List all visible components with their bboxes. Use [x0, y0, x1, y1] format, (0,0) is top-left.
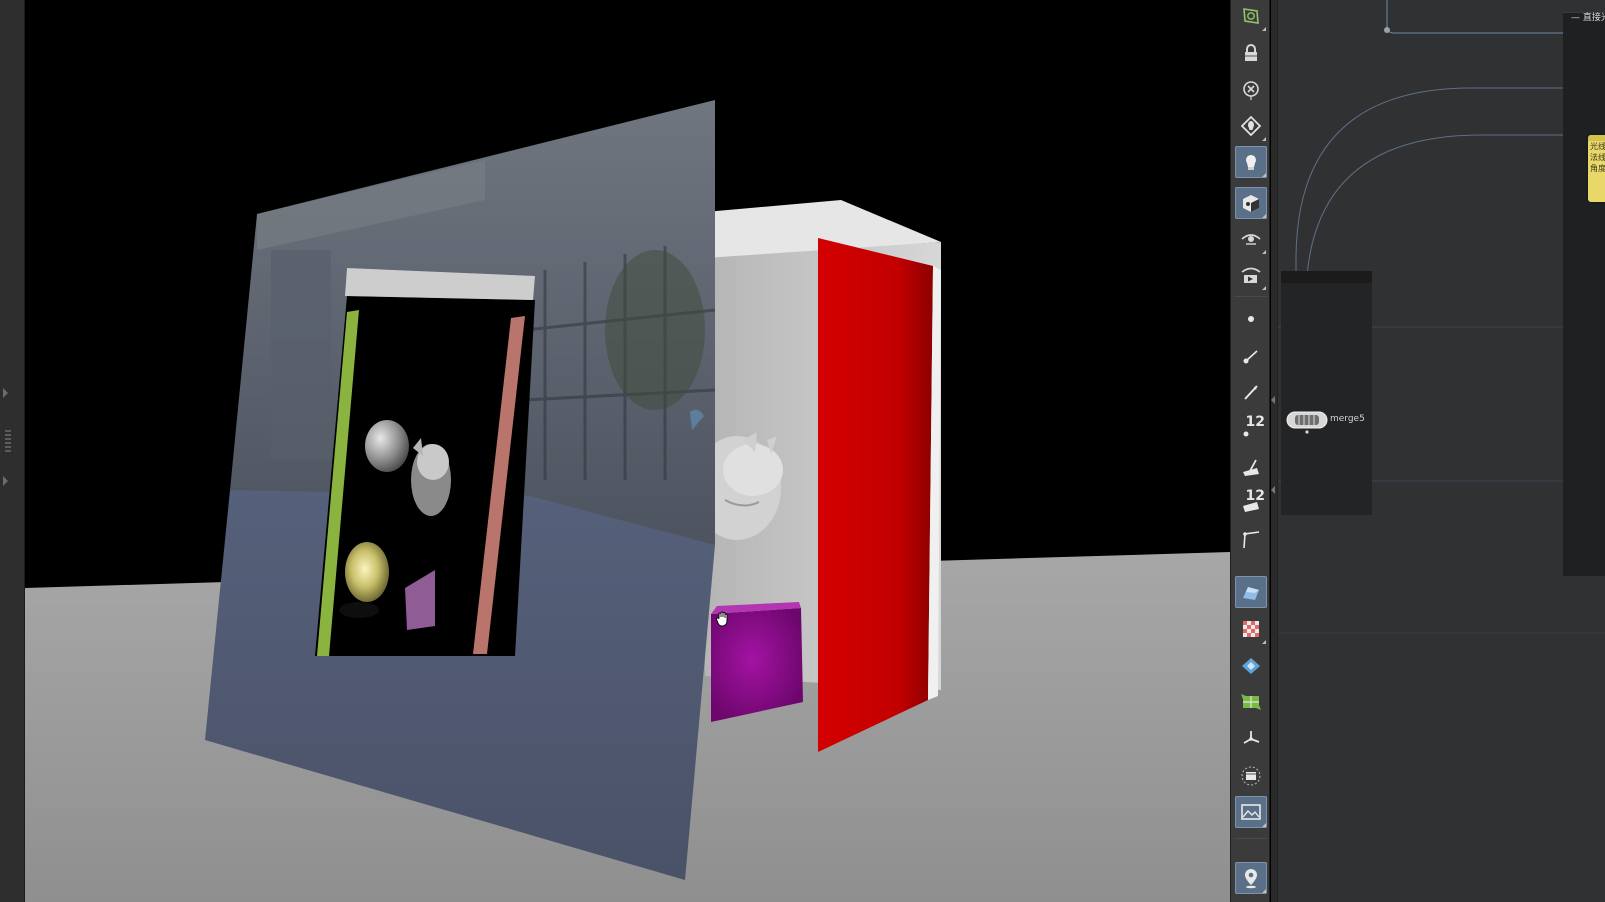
green-grid-icon[interactable] — [1235, 686, 1267, 718]
merge-node[interactable] — [1285, 408, 1336, 434]
sticky-note-line: 角度 — [1590, 164, 1605, 173]
point-display-icon[interactable] — [1235, 303, 1267, 335]
light-bulb-icon[interactable] — [1235, 146, 1267, 178]
point-number-icon[interactable]: 12 — [1235, 412, 1267, 444]
uv-edge-icon[interactable] — [1235, 523, 1267, 555]
checker-texture-icon[interactable] — [1235, 613, 1267, 645]
sticky-note[interactable]: 光线 法线 角度 — [1588, 135, 1605, 202]
primitive-normal-icon[interactable] — [1235, 450, 1267, 482]
display-options-icon[interactable] — [1235, 187, 1267, 219]
render-view-icon[interactable] — [1235, 259, 1267, 291]
network-box-header — [1281, 271, 1372, 283]
point-normal-icon[interactable] — [1235, 340, 1267, 372]
expand-arrow-icon[interactable] — [3, 388, 8, 398]
point-number-label: 12 — [1245, 414, 1265, 430]
diamond-geo-icon[interactable] — [1235, 650, 1267, 682]
collapse-arrow-icon[interactable] — [1271, 486, 1275, 494]
pane-grip-icon[interactable] — [5, 430, 11, 454]
merge-node-label[interactable]: merge5 — [1330, 414, 1365, 424]
pane-splitter[interactable] — [1271, 0, 1278, 902]
vertex-normal-icon[interactable] — [1235, 376, 1267, 408]
expand-arrow-icon[interactable] — [3, 476, 8, 486]
network-box[interactable] — [1281, 271, 1372, 515]
collapse-arrow-icon[interactable] — [1271, 396, 1275, 404]
pivot-axis-icon[interactable] — [1235, 723, 1267, 755]
side-panel-header: — 直接光 — [1571, 10, 1605, 23]
sticky-note-line: 法线 — [1590, 153, 1605, 162]
side-panel-title: 直接光 — [1582, 13, 1605, 23]
scene-viewport[interactable] — [25, 0, 1230, 902]
red-wall — [818, 238, 933, 752]
ghost-other-objects-icon[interactable] — [1235, 74, 1267, 106]
toolbar-divider — [1235, 838, 1267, 839]
reflection-spheres — [365, 420, 409, 472]
pin-location-icon[interactable] — [1235, 862, 1267, 894]
select-shape-icon[interactable] — [1235, 0, 1267, 32]
merge-node-icon — [1286, 411, 1336, 434]
primitive-number-icon[interactable]: 12 — [1235, 486, 1267, 518]
network-side-panel: — 直接光 — [1563, 12, 1605, 576]
shaded-mode-icon[interactable] — [1235, 576, 1267, 608]
sticky-note-line: 光线 — [1590, 142, 1605, 151]
reflection-spheres — [345, 542, 389, 602]
left-pane-gutter — [0, 0, 25, 902]
light-snap-icon[interactable] — [1235, 110, 1267, 142]
primitive-number-label: 12 — [1245, 488, 1265, 504]
network-editor[interactable]: merge5 — 直接光 光线 法线 角度 — [1271, 0, 1605, 902]
viewport-canvas[interactable] — [25, 0, 1230, 902]
viewport-display-toolbar: 12 12 — [1230, 0, 1270, 902]
toolbar-divider — [1235, 296, 1267, 297]
safe-area-icon[interactable] — [1235, 760, 1267, 792]
lock-icon[interactable] — [1235, 37, 1267, 69]
camera-eye-icon[interactable] — [1235, 223, 1267, 255]
background-image-icon[interactable] — [1235, 796, 1267, 828]
